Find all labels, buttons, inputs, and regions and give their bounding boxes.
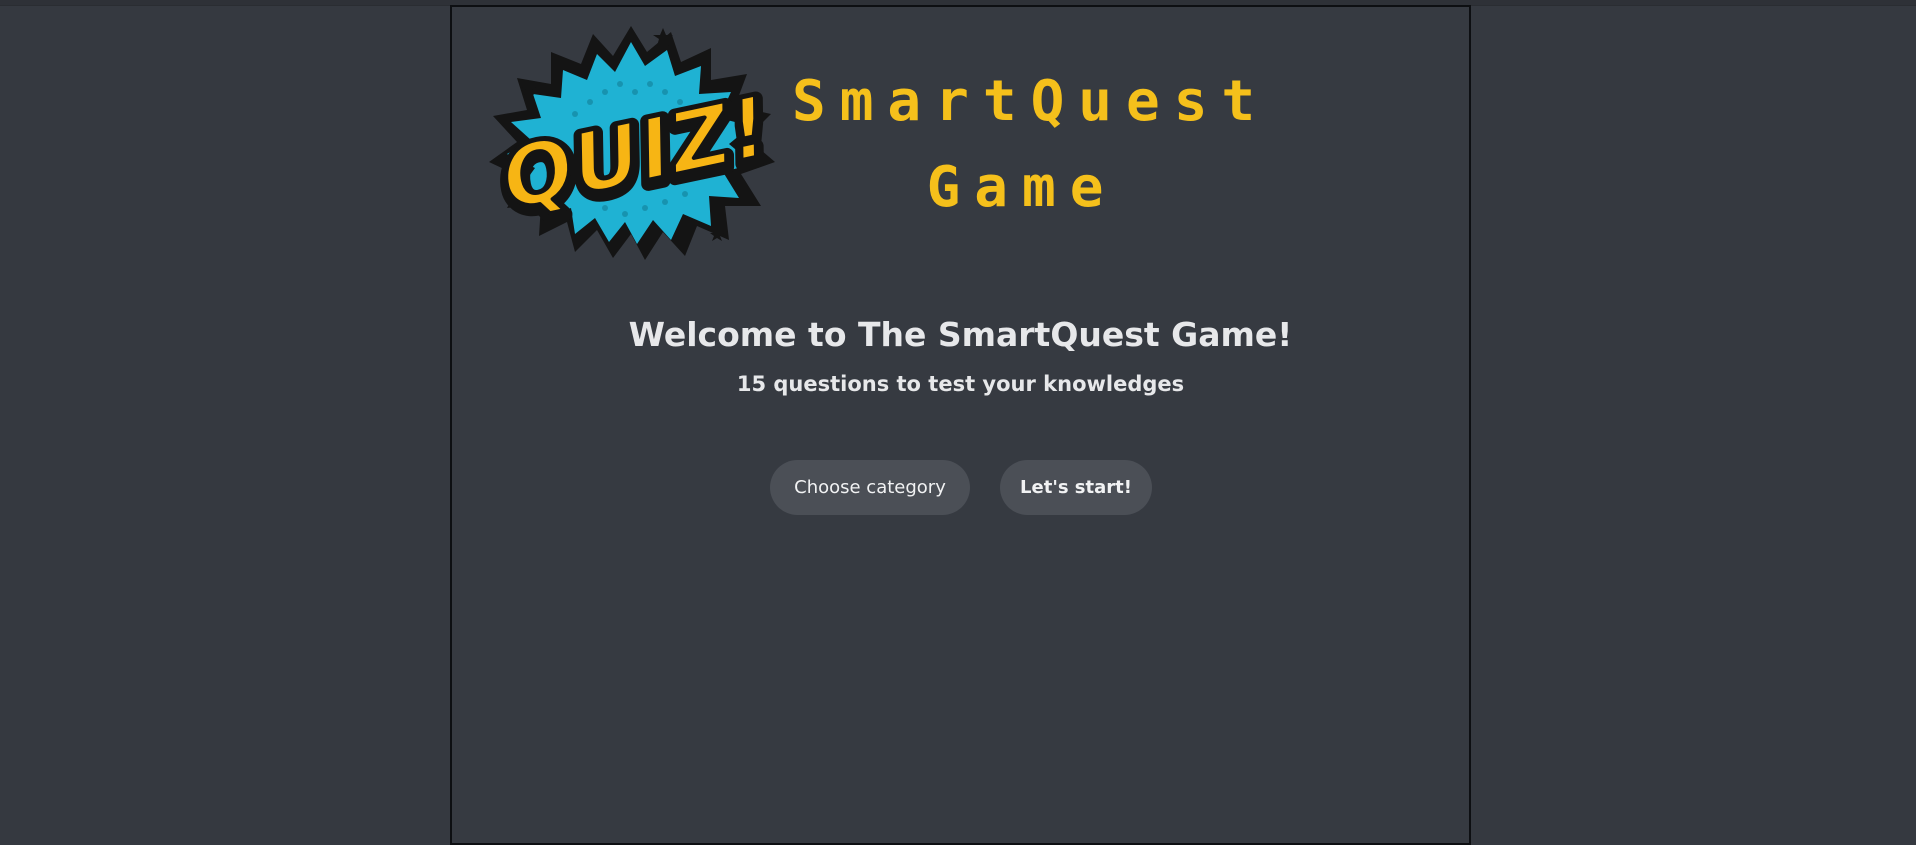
game-title-line1: SmartQuest bbox=[792, 69, 1270, 134]
start-button[interactable]: Let's start! bbox=[1000, 460, 1152, 515]
welcome-title: Welcome to The SmartQuest Game! bbox=[628, 315, 1293, 354]
game-title: SmartQuest Game bbox=[792, 59, 1270, 231]
game-container: QUIZ! QUIZ! SmartQuest Game Welcome to T… bbox=[450, 5, 1471, 845]
welcome-subtitle: 15 questions to test your knowledges bbox=[736, 372, 1185, 396]
quiz-logo: QUIZ! QUIZ! bbox=[485, 22, 777, 262]
choose-category-button[interactable]: Choose category bbox=[770, 460, 970, 515]
game-title-line2: Game bbox=[926, 155, 1118, 220]
